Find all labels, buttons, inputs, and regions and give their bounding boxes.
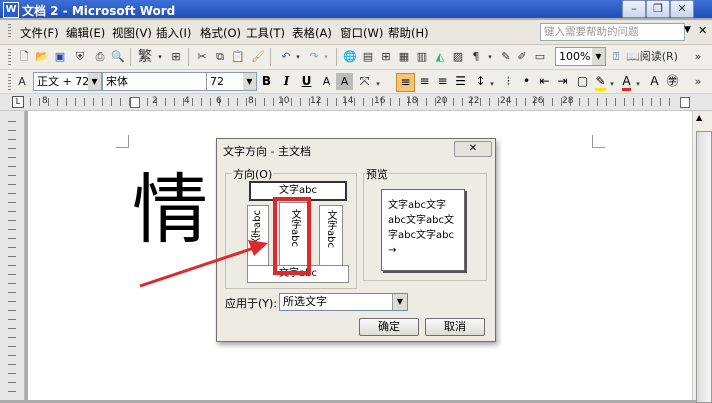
red-arrow-line — [139, 246, 255, 288]
annotation-arrow-layer — [139, 240, 268, 288]
red-arrow-head — [248, 240, 268, 256]
